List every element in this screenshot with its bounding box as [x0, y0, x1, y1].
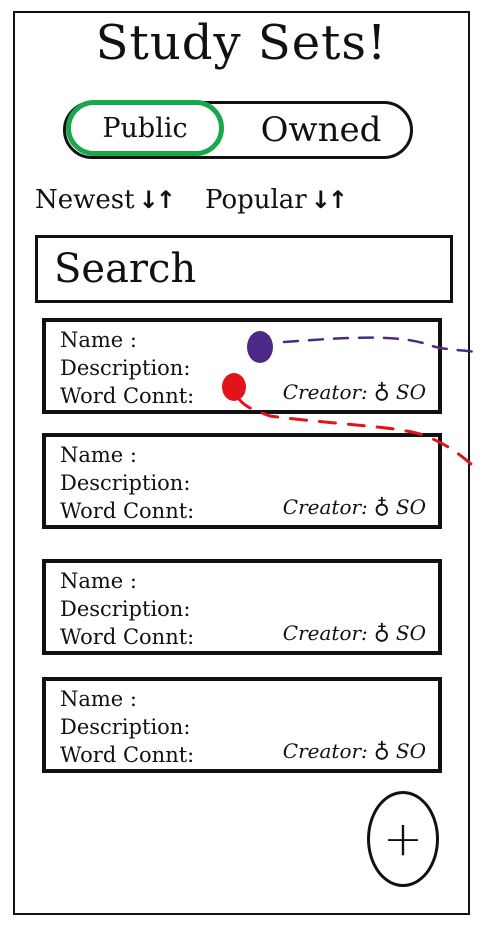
purple-annotation-dot — [247, 331, 273, 363]
card-description-label: Description: — [60, 356, 191, 380]
sort-arrows-icon: ↓↑ — [138, 186, 176, 214]
creator-value: SO — [395, 738, 426, 763]
user-icon: ♁ — [373, 738, 390, 763]
card-word-count-label: Word Connt: — [60, 499, 195, 523]
study-set-card[interactable]: Name : Description: Word Connt: Creator:… — [42, 559, 442, 655]
search-input[interactable] — [38, 238, 450, 300]
card-name-label: Name : — [60, 443, 137, 467]
user-icon: ♁ — [373, 620, 390, 645]
card-fields: Name : Description: Word Connt: — [60, 441, 194, 525]
card-word-count-label: Word Connt: — [60, 625, 195, 649]
card-creator: Creator: ♁ SO — [283, 379, 426, 404]
plus-icon: + — [382, 811, 424, 867]
sort-popular-label: Popular — [205, 185, 307, 215]
creator-label: Creator: — [282, 620, 368, 645]
creator-label: Creator: — [282, 379, 368, 404]
user-icon: ♁ — [373, 379, 390, 404]
card-name-label: Name : — [60, 687, 137, 711]
card-creator: Creator: ♁ SO — [283, 494, 426, 519]
card-fields: Name : Description: Word Connt: — [60, 567, 194, 651]
card-description-label: Description: — [60, 597, 191, 621]
study-set-card[interactable]: Name : Description: Word Connt: Creator:… — [42, 318, 442, 414]
study-set-card[interactable]: Name : Description: Word Connt: Creator:… — [42, 433, 442, 529]
card-creator: Creator: ♁ SO — [283, 738, 426, 763]
card-description-label: Description: — [60, 471, 191, 495]
creator-label: Creator: — [282, 738, 368, 763]
card-description-label: Description: — [60, 715, 191, 739]
user-icon: ♁ — [373, 494, 390, 519]
card-name-label: Name : — [60, 328, 137, 352]
tab-public[interactable]: Public — [66, 100, 224, 156]
phone-frame: Study Sets! Public Owned Newest ↓↑ Popul… — [13, 11, 470, 915]
sort-arrows-icon: ↓↑ — [310, 186, 348, 214]
creator-value: SO — [395, 620, 426, 645]
card-word-count-label: Word Connt: — [60, 384, 195, 408]
tab-owned[interactable]: Owned — [236, 104, 406, 156]
page-title: Study Sets! — [95, 15, 388, 71]
visibility-toggle: Public Owned — [63, 100, 413, 159]
red-annotation-dot — [222, 373, 246, 401]
sort-newest-button[interactable]: Newest ↓↑ — [35, 185, 176, 215]
sort-newest-label: Newest — [35, 185, 135, 215]
card-name-label: Name : — [60, 569, 137, 593]
card-creator: Creator: ♁ SO — [283, 620, 426, 645]
creator-label: Creator: — [282, 494, 368, 519]
sort-popular-button[interactable]: Popular ↓↑ — [205, 185, 348, 215]
card-fields: Name : Description: Word Connt: — [60, 685, 194, 769]
card-fields: Name : Description: Word Connt: — [60, 326, 194, 410]
study-set-card[interactable]: Name : Description: Word Connt: Creator:… — [42, 677, 442, 773]
creator-value: SO — [395, 494, 426, 519]
search-box — [35, 235, 453, 303]
add-study-set-button[interactable]: + — [367, 791, 439, 887]
creator-value: SO — [395, 379, 426, 404]
card-word-count-label: Word Connt: — [60, 743, 195, 767]
